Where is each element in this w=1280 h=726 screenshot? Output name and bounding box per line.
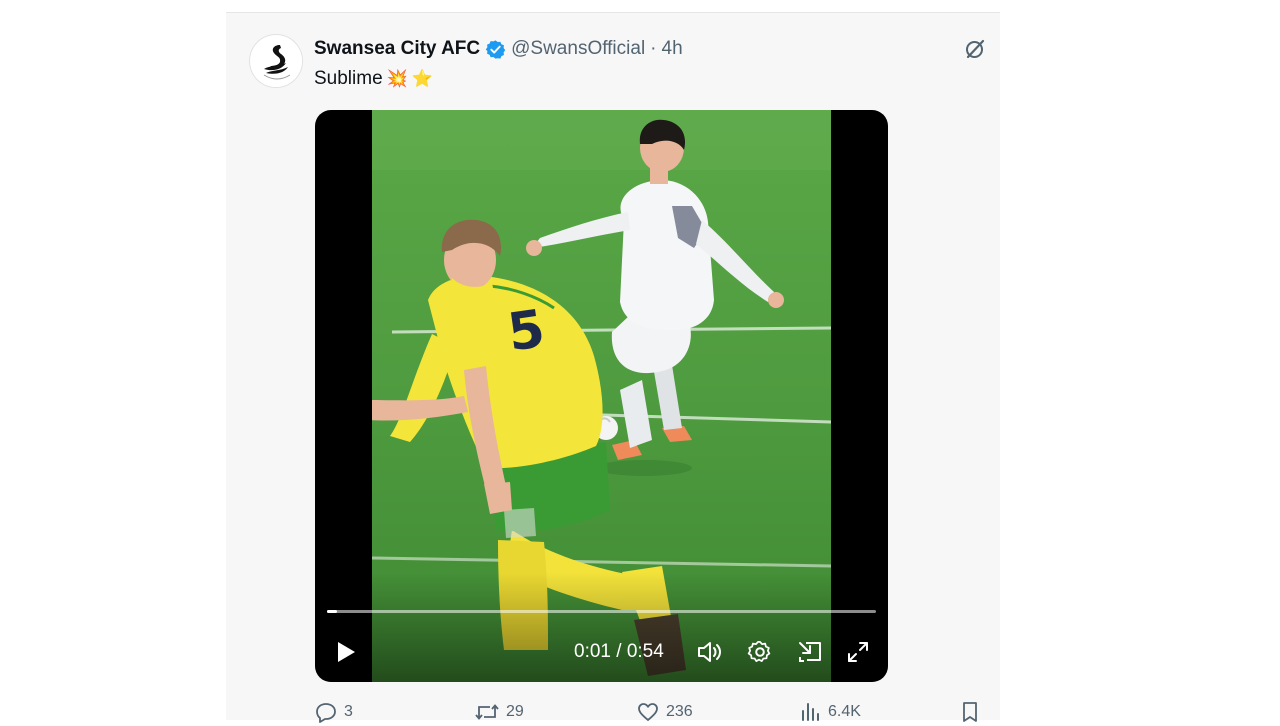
video-timecode: 0:01 / 0:54	[574, 639, 664, 665]
repost-count: 29	[506, 703, 524, 720]
tweet-text-body: Sublime	[314, 68, 383, 89]
video-player[interactable]: 5 0:01 / 0:54	[315, 110, 888, 682]
star-emoji: ⭐	[411, 69, 433, 88]
repost-button[interactable]: 29	[474, 700, 524, 724]
swansea-swan-crest-icon	[251, 36, 302, 87]
video-progress-bar[interactable]	[327, 610, 876, 613]
display-name[interactable]: Swansea City AFC	[314, 38, 480, 60]
play-icon[interactable]	[331, 637, 361, 667]
current-time: 0:01	[574, 641, 611, 662]
time-separator: /	[610, 641, 627, 662]
verified-badge-icon[interactable]	[485, 39, 506, 60]
video-progress-fill	[327, 610, 337, 613]
reply-icon	[316, 703, 336, 723]
avatar[interactable]	[249, 34, 303, 88]
views-icon	[802, 703, 819, 721]
like-count: 236	[666, 703, 693, 720]
tweet-header: Swansea City AFC @SwansOfficial · 4h	[314, 36, 683, 62]
grok-icon[interactable]	[962, 36, 988, 62]
views-button[interactable]: 6.4K	[798, 700, 861, 724]
heart-icon	[638, 703, 658, 721]
reply-button[interactable]: 3	[314, 700, 353, 724]
like-button[interactable]: 236	[636, 700, 693, 724]
duration: 0:54	[626, 641, 664, 662]
picture-in-picture-icon[interactable]	[794, 637, 826, 667]
previous-post-edge	[226, 0, 1000, 13]
bookmark-button[interactable]	[959, 700, 981, 724]
collision-emoji: 💥	[386, 69, 408, 88]
volume-icon[interactable]	[694, 637, 726, 667]
repost-icon	[475, 704, 499, 720]
tweet-text: Sublime 💥 ⭐	[314, 66, 433, 92]
separator-dot: ·	[650, 38, 657, 59]
tweet-actions: 3 29 236 6.4K	[314, 700, 984, 726]
user-handle[interactable]: @SwansOfficial	[511, 38, 645, 60]
fullscreen-icon[interactable]	[843, 637, 873, 667]
timestamp[interactable]: 4h	[662, 38, 683, 60]
settings-icon[interactable]	[744, 637, 776, 667]
reply-count: 3	[344, 703, 353, 720]
bookmark-icon	[963, 702, 977, 722]
view-count: 6.4K	[828, 703, 861, 720]
